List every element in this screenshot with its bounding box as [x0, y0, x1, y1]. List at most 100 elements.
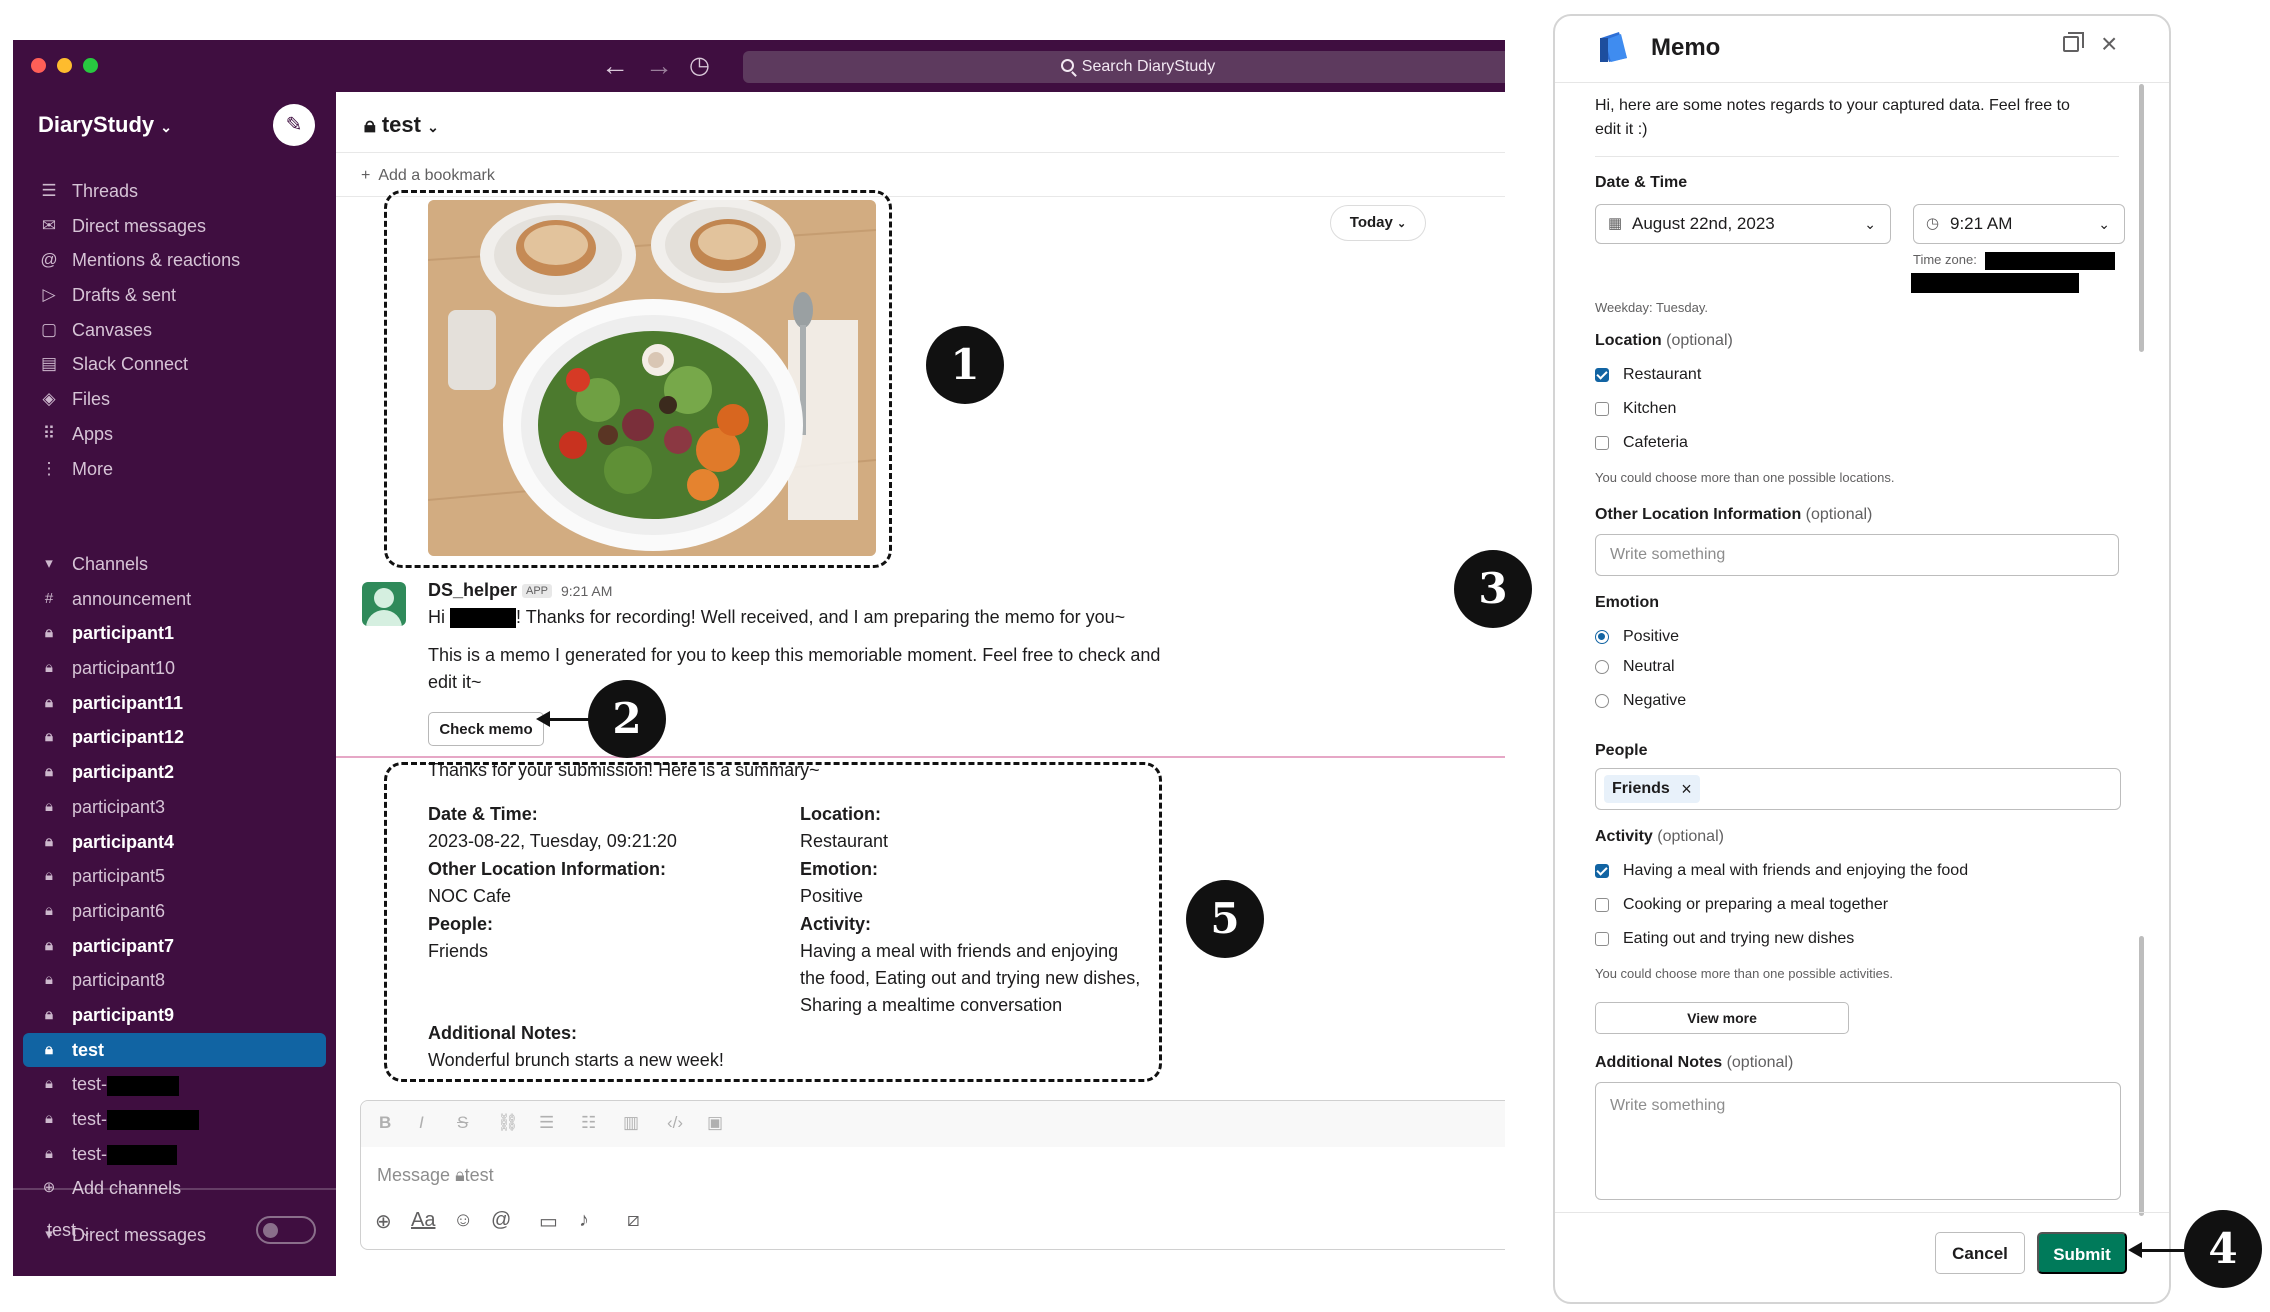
- expand-icon[interactable]: [2063, 32, 2084, 52]
- mention-icon[interactable]: @: [491, 1209, 511, 1232]
- sidebar-item-slack-connect[interactable]: ▤ Slack Connect: [13, 347, 336, 382]
- check-memo-button[interactable]: Check memo: [428, 712, 544, 746]
- forward-arrow-icon[interactable]: →: [645, 50, 673, 82]
- maximize-window-button[interactable]: [83, 58, 98, 73]
- people-multiselect[interactable]: Friends ×: [1595, 768, 2121, 810]
- channel-item[interactable]: # announcement: [13, 582, 336, 617]
- checkbox[interactable]: [1595, 898, 1609, 912]
- history-icon[interactable]: ◷: [689, 50, 710, 82]
- huddle-toggle[interactable]: [256, 1216, 316, 1244]
- channel-item[interactable]: 🔒︎ participant3: [13, 790, 336, 825]
- hash-icon: #: [44, 589, 54, 607]
- add-bookmark-button[interactable]: + Add a bookmark: [361, 167, 495, 185]
- radio[interactable]: [1595, 660, 1609, 674]
- date-picker[interactable]: ▦ August 22nd, 2023 ⌄: [1595, 204, 1891, 244]
- redacted-block: [1911, 273, 2079, 293]
- microphone-icon[interactable]: ♪: [579, 1209, 589, 1232]
- search-bar[interactable]: Search DiaryStudy: [743, 51, 1505, 83]
- remove-chip-icon[interactable]: ×: [1681, 775, 1692, 803]
- emoji-icon[interactable]: ☺: [453, 1209, 473, 1232]
- canvas-icon: ▢: [40, 319, 58, 339]
- link-icon[interactable]: ⛓: [497, 1113, 519, 1133]
- channel-item[interactable]: 🔒︎ participant11: [13, 686, 336, 721]
- view-more-button[interactable]: View more: [1595, 1002, 1849, 1034]
- code-block-icon[interactable]: ▣: [707, 1113, 723, 1133]
- checkbox[interactable]: [1595, 402, 1609, 416]
- sidebar-item-direct-messages[interactable]: ✉ Direct messages: [13, 209, 336, 244]
- code-icon[interactable]: ‹/›: [667, 1113, 683, 1133]
- sidebar-item-files[interactable]: ◈ Files: [13, 382, 336, 417]
- send-icon: ▷: [42, 285, 56, 305]
- channel-item[interactable]: 🔒︎ participant12: [13, 720, 336, 755]
- channel-item[interactable]: 🔒︎ participant1: [13, 616, 336, 651]
- lock-icon: 🔒︎: [45, 1005, 53, 1023]
- back-arrow-icon[interactable]: ←: [601, 50, 629, 82]
- channel-title[interactable]: 🔒︎ test ⌄: [364, 112, 439, 138]
- channel-item[interactable]: 🔒︎ participant7: [13, 929, 336, 964]
- channel-item[interactable]: 🔒︎ participant6: [13, 894, 336, 929]
- message-composer[interactable]: B I S ⛓ ☰ ☷ ▥ ‹/› ▣ Message 🔒︎test ⊕ Aa …: [360, 1100, 1505, 1250]
- channel-item[interactable]: 🔒︎ participant5: [13, 859, 336, 894]
- close-icon[interactable]: ×: [2101, 28, 2117, 60]
- redacted-block: [1985, 252, 2115, 270]
- channel-item[interactable]: 🔒︎ participant10: [13, 651, 336, 686]
- video-icon[interactable]: ▭: [539, 1209, 558, 1234]
- checkbox-checked[interactable]: [1595, 864, 1609, 878]
- checkbox-checked[interactable]: [1595, 368, 1609, 382]
- emotion-label: Emotion: [1595, 594, 1659, 611]
- channel-item[interactable]: 🔒︎ test-: [13, 1067, 336, 1102]
- sidebar-nav: ☰ Threads ✉ Direct messages @ Mentions & re…: [13, 174, 336, 486]
- people-chip[interactable]: Friends ×: [1604, 775, 1700, 803]
- lock-icon: 🔒︎: [45, 728, 53, 746]
- checkbox[interactable]: [1595, 436, 1609, 450]
- workspace-name[interactable]: DiaryStudy ⌄: [38, 112, 172, 138]
- channel-item[interactable]: 🔒︎ participant9: [13, 998, 336, 1033]
- channel-item[interactable]: 🔒︎ test-: [13, 1102, 336, 1137]
- message-time[interactable]: 9:21 AM: [561, 583, 612, 599]
- plus-circle-icon[interactable]: ⊕: [375, 1209, 392, 1234]
- slash-command-icon[interactable]: ⧄: [627, 1209, 640, 1232]
- redacted-block: [450, 608, 517, 629]
- channel-item[interactable]: 🔒︎ participant8: [13, 963, 336, 998]
- sidebar-item-drafts[interactable]: ▷ Drafts & sent: [13, 278, 336, 313]
- additional-notes-textarea[interactable]: Write something: [1595, 1082, 2121, 1200]
- bold-icon[interactable]: B: [379, 1113, 391, 1133]
- modal-title: Memo: [1651, 34, 1721, 61]
- channels-header[interactable]: ▾ Channels: [13, 547, 336, 582]
- scrollbar[interactable]: [2139, 84, 2144, 352]
- current-user[interactable]: test ⌄: [47, 1220, 91, 1241]
- italic-icon[interactable]: I: [419, 1113, 424, 1133]
- submit-button[interactable]: Submit: [2037, 1232, 2127, 1274]
- other-location-input[interactable]: Write something: [1595, 534, 2119, 576]
- sidebar-item-canvases[interactable]: ▢ Canvases: [13, 313, 336, 348]
- blockquote-icon[interactable]: ▥: [623, 1113, 639, 1133]
- time-picker[interactable]: ◷ 9:21 AM ⌄: [1913, 204, 2125, 244]
- channel-item-active[interactable]: 🔒︎ test: [23, 1032, 326, 1068]
- text-format-icon[interactable]: Aa: [411, 1209, 435, 1232]
- sidebar-item-mentions[interactable]: @ Mentions & reactions: [13, 243, 336, 278]
- checkbox[interactable]: [1595, 932, 1609, 946]
- channel-item[interactable]: 🔒︎ test-: [13, 1137, 336, 1172]
- bullet-list-icon[interactable]: ☷: [581, 1113, 596, 1133]
- ordered-list-icon[interactable]: ☰: [539, 1113, 554, 1133]
- lock-icon: 🔒︎: [45, 624, 53, 642]
- annotation-box-1: [384, 190, 892, 568]
- radio[interactable]: [1595, 694, 1609, 708]
- channel-item[interactable]: 🔒︎ participant2: [13, 755, 336, 790]
- minimize-window-button[interactable]: [57, 58, 72, 73]
- sidebar-item-more[interactable]: ⋮ More: [13, 452, 336, 487]
- date-divider-pill[interactable]: Today ⌄: [1330, 205, 1426, 241]
- strikethrough-icon[interactable]: S: [457, 1113, 468, 1133]
- bot-avatar[interactable]: [362, 582, 406, 626]
- channel-item[interactable]: 🔒︎ participant4: [13, 825, 336, 860]
- activity-label: Activity (optional): [1595, 828, 1724, 845]
- radio-selected[interactable]: [1595, 630, 1609, 644]
- cancel-button[interactable]: Cancel: [1935, 1232, 2025, 1274]
- sidebar-item-apps[interactable]: ⠿ Apps: [13, 417, 336, 452]
- scrollbar[interactable]: [2139, 936, 2144, 1216]
- sender-name[interactable]: DS_helper: [428, 580, 517, 601]
- callout-2: 2: [588, 680, 666, 758]
- sidebar-item-threads[interactable]: ☰ Threads: [13, 174, 336, 209]
- close-window-button[interactable]: [31, 58, 46, 73]
- compose-icon[interactable]: ✎: [273, 104, 315, 146]
